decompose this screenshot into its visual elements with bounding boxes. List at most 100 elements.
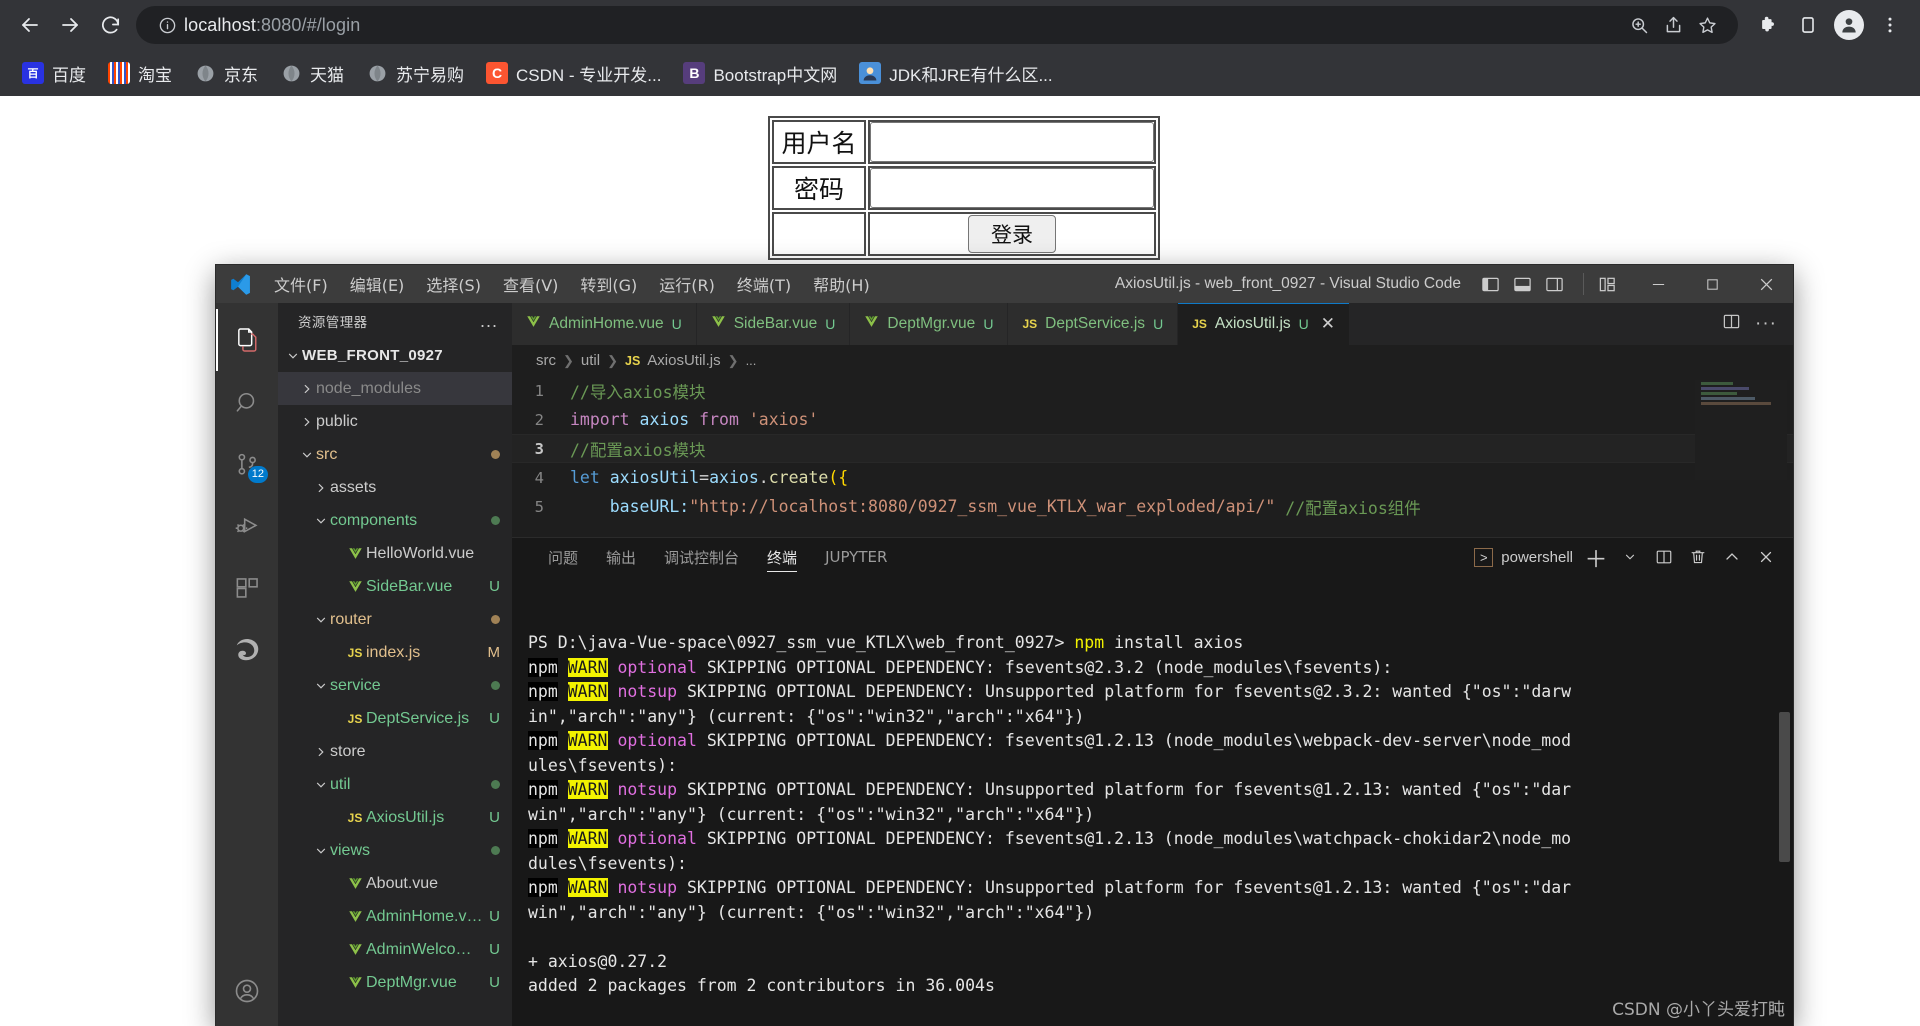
tree-item-adminhome-vue[interactable]: AdminHome.vue U [278,900,512,933]
terminal-scrollbar-thumb[interactable] [1779,712,1790,863]
tree-item-deptservice-js[interactable]: JS DeptService.js U [278,702,512,735]
breadcrumb-symbol[interactable]: ... [746,353,757,368]
search-icon[interactable] [216,371,278,433]
tree-item-util[interactable]: util [278,768,512,801]
chevron-right-icon[interactable] [298,415,316,429]
bookmark-csdn[interactable]: C CSDN - 专业开发... [478,56,669,91]
close-panel-icon[interactable] [1755,546,1777,568]
split-terminal-icon[interactable] [1653,546,1675,568]
breadcrumb-file[interactable]: AxiosUtil.js [647,352,720,369]
side-panel-icon[interactable] [1788,5,1828,45]
username-input[interactable] [870,122,1154,162]
kill-terminal-icon[interactable] [1687,546,1709,568]
panel-tab-problems[interactable]: 问题 [534,538,592,576]
editor-tab-adminhome-vue[interactable]: AdminHome.vue U [512,303,697,345]
maximize-button[interactable] [1685,265,1739,303]
toggle-secondary-sidebar-icon[interactable] [1543,273,1565,295]
new-terminal-icon[interactable]: ＋ [1585,546,1608,572]
explorer-more-actions-icon[interactable]: ... [480,312,498,330]
address-bar[interactable]: localhost:8080/#/login [136,6,1738,44]
tree-item-axiosutil-js[interactable]: JS AxiosUtil.js U [278,801,512,834]
split-editor-icon[interactable] [1722,312,1741,336]
bookmark-jdk-jre[interactable]: JDK和JRE有什么区... [851,56,1060,91]
bookmark-bootstrap[interactable]: B Bootstrap中文网 [675,56,845,91]
chevron-right-icon[interactable] [312,481,330,495]
maximize-panel-icon[interactable] [1721,546,1743,568]
panel-tab-jupyter[interactable]: JUPYTER [811,538,901,576]
run-and-debug-icon[interactable] [216,495,278,557]
code-editor[interactable]: 1 //导入axios模块 2 import axios from 'axios' 3 /… [512,376,1793,537]
panel-tab-debug-console[interactable]: 调试控制台 [650,538,753,576]
profile-avatar[interactable] [1834,10,1864,40]
password-input[interactable] [870,168,1154,208]
terminal-scrollbar[interactable] [1779,579,1790,1023]
menu-go[interactable]: 转到(G) [570,268,647,300]
share-icon[interactable] [1656,8,1690,42]
tree-item-node-modules[interactable]: node_modules [278,372,512,405]
bookmark-tmall[interactable]: 天猫 [272,56,352,91]
close-tab-icon[interactable]: ✕ [1321,314,1335,334]
star-icon[interactable] [1690,8,1724,42]
info-circle-icon[interactable] [150,8,184,42]
editor-minimap[interactable] [1695,380,1787,480]
tree-item-index-js[interactable]: JS index.js M [278,636,512,669]
chevron-right-icon[interactable] [312,745,330,759]
breadcrumb-util[interactable]: util [581,352,600,369]
terminal-output[interactable]: PS D:\java-Vue-space\0927_ssm_vue_KTLX\w… [512,576,1793,1026]
menu-file[interactable]: 文件(F) [264,268,338,300]
editor-tab-deptservice-js[interactable]: JS DeptService.js U [1008,303,1179,345]
extensions-icon[interactable] [216,557,278,619]
chevron-down-icon[interactable] [298,448,316,462]
toggle-panel-icon[interactable] [1511,273,1533,295]
menu-selection[interactable]: 选择(S) [416,268,491,300]
reload-icon[interactable] [90,5,130,45]
tree-item-sidebar-vue[interactable]: SideBar.vue U [278,570,512,603]
menu-edit[interactable]: 编辑(E) [340,268,415,300]
zoom-search-icon[interactable] [1622,8,1656,42]
menu-terminal[interactable]: 终端(T) [727,268,801,300]
bookmark-jd[interactable]: 京东 [186,56,266,91]
tree-item-adminwelcome[interactable]: AdminWelcome.... U [278,933,512,966]
editor-tab-axiosutil-js[interactable]: JS AxiosUtil.js U ✕ [1178,303,1351,345]
editor-tab-sidebar-vue[interactable]: SideBar.vue U [696,303,851,345]
menu-view[interactable]: 查看(V) [493,268,568,300]
tree-item-assets[interactable]: assets [278,471,512,504]
three-dot-menu-icon[interactable] [1870,5,1910,45]
chevron-down-icon[interactable] [312,679,330,693]
menu-help[interactable]: 帮助(H) [803,268,880,300]
tree-item-src[interactable]: src [278,438,512,471]
tree-root-web-front-0927[interactable]: WEB_FRONT_0927 [278,339,512,372]
tree-item-public[interactable]: public [278,405,512,438]
chevron-down-icon[interactable] [312,514,330,528]
editor-tab-deptmgr-vue[interactable]: DeptMgr.vue U [850,303,1009,345]
terminal-profile-dropdown-icon[interactable] [1619,546,1641,568]
minimize-button[interactable] [1631,265,1685,303]
bookmark-baidu[interactable]: 百 百度 [14,56,94,91]
panel-tab-output[interactable]: 输出 [592,538,650,576]
accounts-icon[interactable] [216,960,278,1022]
explorer-icon[interactable] [216,309,278,371]
tree-item-helloworld-vue[interactable]: HelloWorld.vue [278,537,512,570]
source-control-icon[interactable]: 12 [216,433,278,495]
chevron-right-icon[interactable] [298,382,316,396]
remote-explorer-icon[interactable] [216,619,278,681]
tree-item-about-vue[interactable]: About.vue [278,867,512,900]
panel-tab-terminal[interactable]: 终端 [753,538,811,576]
breadcrumb-src[interactable]: src [536,352,556,369]
login-submit-button[interactable]: 登录 [968,215,1056,253]
chevron-down-icon[interactable] [312,613,330,627]
menu-run[interactable]: 运行(R) [649,268,725,300]
back-arrow-icon[interactable] [10,5,50,45]
bookmark-taobao[interactable]: 淘宝 [100,56,180,91]
customize-layout-icon[interactable] [1583,273,1617,295]
tree-item-views[interactable]: views [278,834,512,867]
close-button[interactable] [1739,265,1793,303]
chevron-down-icon[interactable] [312,778,330,792]
tree-item-router[interactable]: router [278,603,512,636]
bookmark-suning[interactable]: 苏宁易购 [358,56,472,91]
forward-arrow-icon[interactable] [50,5,90,45]
terminal-shell-selector[interactable]: > powershell [1474,547,1573,567]
tree-item-service[interactable]: service [278,669,512,702]
tree-item-store[interactable]: store [278,735,512,768]
more-actions-icon[interactable]: ··· [1755,314,1777,333]
